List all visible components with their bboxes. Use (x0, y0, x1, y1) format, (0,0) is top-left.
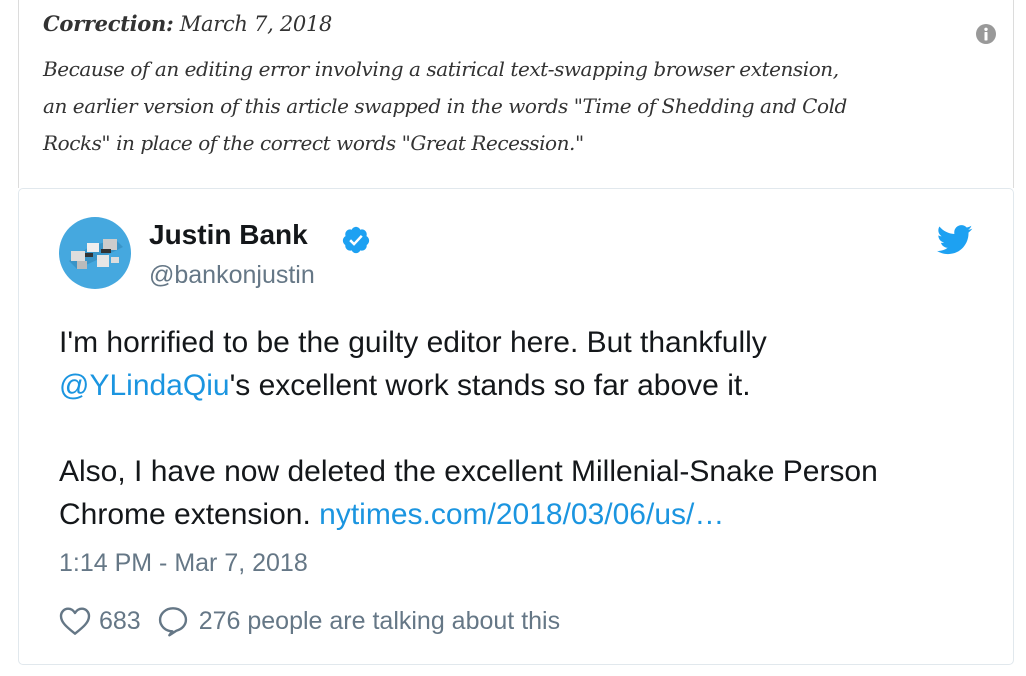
tweet-line: Chrome extension. nytimes.com/2018/03/06… (59, 493, 878, 536)
like-count[interactable]: 683 (99, 607, 141, 636)
correction-title: Correction: March 7, 2018 (43, 11, 332, 36)
author-handle[interactable]: @bankonjustin (149, 261, 315, 290)
info-icon[interactable] (975, 23, 997, 45)
tweet-line: Also, I have now deleted the excellent M… (59, 455, 878, 488)
tweet-line-text: Chrome extension. (59, 498, 320, 531)
article-link[interactable]: nytimes.com/2018/03/06/us/… (319, 498, 724, 531)
avatar-image (59, 217, 131, 289)
twitter-bird-icon[interactable] (937, 225, 973, 255)
author-name[interactable]: Justin Bank (149, 219, 308, 251)
mention-link[interactable]: @YLindaQiu (59, 369, 230, 402)
correction-line: an earlier version of this article swapp… (43, 94, 847, 118)
tweet-line: @YLindaQiu's excellent work stands so fa… (59, 364, 878, 407)
tweet-actions: 683 276 people are talking about this (59, 603, 560, 639)
heart-icon[interactable] (59, 606, 91, 636)
correction-notice: Correction: March 7, 2018 Because of an … (18, 0, 1014, 188)
tweet-line: I'm horrified to be the guilty editor he… (59, 326, 767, 359)
talking-about-link[interactable]: 276 people are talking about this (199, 607, 560, 636)
tweet-line-text: 's excellent work stands so far above it… (229, 369, 751, 402)
tweet-timestamp[interactable]: 1:14 PM - Mar 7, 2018 (59, 549, 308, 578)
verified-badge-icon (342, 226, 370, 254)
avatar[interactable] (59, 217, 131, 289)
correction-line: Because of an editing error involving a … (43, 57, 839, 81)
tweet-text: I'm horrified to be the guilty editor he… (59, 321, 878, 536)
correction-date: March 7, 2018 (179, 12, 333, 36)
correction-line: Rocks" in place of the correct words "Gr… (43, 131, 584, 155)
correction-body: Because of an editing error involving a … (43, 51, 983, 162)
embedded-tweet[interactable]: Justin Bank @bankonjustin I'm horrified … (18, 188, 1014, 665)
reply-bubble-icon[interactable] (157, 605, 189, 637)
correction-label: Correction: (43, 11, 174, 36)
